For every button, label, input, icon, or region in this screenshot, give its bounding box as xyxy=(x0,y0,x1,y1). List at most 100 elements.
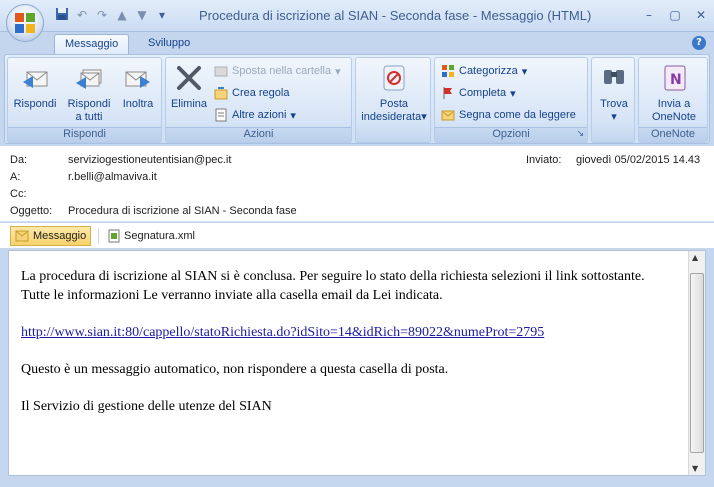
send-to-onenote-button[interactable]: N Invia a OneNote xyxy=(641,62,707,124)
group-label-azioni: Azioni xyxy=(166,127,351,142)
office-button[interactable] xyxy=(6,4,44,42)
mark-unread-button[interactable]: Segna come da leggere xyxy=(441,108,576,122)
svg-text:N: N xyxy=(670,72,682,88)
to-label: A: xyxy=(10,171,21,183)
create-rule-button[interactable]: Crea regola xyxy=(214,86,289,100)
group-rispondi: Rispondi Rispondi a tutti Inoltra Rispon… xyxy=(7,57,162,143)
office-logo-icon xyxy=(15,13,35,33)
body-paragraph-2: Questo è un messaggio automatico, non ri… xyxy=(21,362,449,377)
forward-label: Inoltra xyxy=(122,98,154,110)
scroll-down-icon[interactable]: ▼ xyxy=(692,464,698,473)
message-body[interactable]: La procedura di iscrizione al SIAN si è … xyxy=(8,250,706,476)
next-item-icon[interactable]: ▼ xyxy=(134,7,150,23)
attachment-message[interactable]: Messaggio xyxy=(10,226,92,246)
group-find: Trova ▾ xyxy=(591,57,635,143)
reply-icon xyxy=(23,71,48,88)
to-value[interactable]: r.belli@almaviva.it xyxy=(68,171,157,183)
create-rule-label: Crea regola xyxy=(232,87,290,99)
reply-label: Rispondi xyxy=(13,98,57,110)
tab-messaggio[interactable]: Messaggio xyxy=(54,34,130,55)
delete-x-icon xyxy=(177,66,201,90)
ribbon-tabs: Messaggio Sviluppo ? xyxy=(0,32,714,55)
envelope-icon xyxy=(15,230,29,242)
maximize-icon[interactable]: ▢ xyxy=(668,8,682,22)
categorize-icon xyxy=(442,65,454,77)
chevron-down-icon: ▾ xyxy=(521,65,528,78)
group-label-opzioni: Opzioni ↘ xyxy=(435,127,587,142)
delete-button[interactable]: Elimina xyxy=(169,62,209,111)
junk-mail-icon xyxy=(383,65,405,91)
undo-icon[interactable]: ↶ xyxy=(74,7,90,23)
previous-item-icon[interactable]: ▲ xyxy=(114,7,130,23)
reply-all-button[interactable]: Rispondi a tutti xyxy=(64,62,114,124)
help-icon[interactable]: ? xyxy=(692,36,706,50)
quick-access-toolbar: ↶ ↷ ▲ ▼ ▾ xyxy=(54,7,170,23)
reply-all-label-2: a tutti xyxy=(75,111,103,123)
categorize-button[interactable]: Categorizza ▾ xyxy=(441,64,527,78)
binoculars-icon xyxy=(604,70,624,84)
close-icon[interactable]: ✕ xyxy=(694,8,708,22)
scrollbar-thumb[interactable] xyxy=(690,273,704,453)
group-azioni: Elimina Sposta nella cartella ▾ Crea rego… xyxy=(165,57,352,143)
redo-icon[interactable]: ↷ xyxy=(94,7,110,23)
onenote-label-2: OneNote xyxy=(651,111,697,123)
attachment-segnatura[interactable]: Segnatura.xml xyxy=(104,226,199,246)
sent-value: giovedì 05/02/2015 14.43 xyxy=(576,154,701,166)
from-value[interactable]: serviziogestioneutentisian@pec.it xyxy=(68,154,231,166)
find-label: Trova xyxy=(600,98,628,110)
ribbon: Rispondi Rispondi a tutti Inoltra Rispon… xyxy=(4,54,710,144)
xml-file-icon xyxy=(108,229,120,243)
follow-up-button[interactable]: Completa ▾ xyxy=(441,86,516,100)
body-paragraph-3: Il Servizio di gestione delle utenze del… xyxy=(21,399,272,414)
follow-up-label: Completa xyxy=(459,87,507,99)
onenote-label-1: Invia a xyxy=(657,98,691,110)
group-junk: Posta indesiderata▾ xyxy=(355,57,431,143)
group-label-rispondi: Rispondi xyxy=(8,127,161,142)
reply-all-label-1: Rispondi xyxy=(67,98,111,110)
subject-label: Oggetto: xyxy=(10,205,53,217)
junk-mail-button[interactable]: Posta indesiderata▾ xyxy=(358,62,430,124)
junk-label-2: indesiderata xyxy=(361,111,422,123)
minimize-icon[interactable]: – xyxy=(642,8,656,22)
status-bar xyxy=(0,478,714,487)
rule-icon xyxy=(214,87,228,100)
message-text: La procedura di iscrizione al SIAN si è … xyxy=(21,267,671,434)
save-icon[interactable] xyxy=(54,7,70,23)
other-actions-icon xyxy=(215,108,227,122)
window-controls: – ▢ ✕ xyxy=(642,8,708,22)
from-label: Da: xyxy=(10,154,28,166)
move-to-folder-button[interactable]: Sposta nella cartella ▾ xyxy=(214,64,341,78)
chevron-down-icon: ▾ xyxy=(510,87,516,100)
reply-button[interactable]: Rispondi xyxy=(12,62,58,111)
attachment-message-label: Messaggio xyxy=(33,230,87,242)
onenote-icon: N xyxy=(664,65,686,91)
qat-customize-icon[interactable]: ▾ xyxy=(154,7,170,23)
find-button[interactable]: Trova ▾ xyxy=(594,62,634,124)
sent-label: Inviato: xyxy=(526,154,562,166)
forward-button[interactable]: Inoltra xyxy=(116,62,160,111)
tab-sviluppo[interactable]: Sviluppo xyxy=(138,34,200,55)
chevron-down-icon: ▾ xyxy=(611,111,617,123)
other-actions-button[interactable]: Altre azioni ▾ xyxy=(214,108,296,122)
opzioni-label-text: Opzioni xyxy=(492,128,530,140)
move-label: Sposta nella cartella xyxy=(232,65,332,77)
cc-label: Cc: xyxy=(10,188,27,200)
envelope-icon xyxy=(441,110,455,121)
attachment-segnatura-label: Segnatura.xml xyxy=(124,230,195,242)
vertical-scrollbar[interactable]: ▲ ▼ xyxy=(688,251,705,475)
scroll-up-icon[interactable]: ▲ xyxy=(692,253,698,262)
reply-all-icon xyxy=(76,69,102,89)
delete-label: Elimina xyxy=(170,98,208,110)
group-onenote: N Invia a OneNote OneNote xyxy=(638,57,708,143)
title-bar: ↶ ↷ ▲ ▼ ▾ Procedura di iscrizione al SIA… xyxy=(0,0,714,32)
attachments-bar: Messaggio Segnatura.xml xyxy=(0,223,714,249)
dialog-launcher-icon[interactable]: ↘ xyxy=(576,128,584,139)
folder-icon xyxy=(214,66,228,77)
categorize-label: Categorizza xyxy=(459,65,518,77)
group-opzioni: Categorizza ▾ Completa ▾ Segna come da leg… xyxy=(434,57,588,143)
group-label-onenote: OneNote xyxy=(639,127,707,142)
forward-icon xyxy=(125,71,150,88)
body-paragraph-1: La procedura di iscrizione al SIAN si è … xyxy=(21,269,645,303)
status-link[interactable]: http://www.sian.it:80/cappello/statoRich… xyxy=(21,325,544,340)
flag-icon xyxy=(443,87,452,99)
